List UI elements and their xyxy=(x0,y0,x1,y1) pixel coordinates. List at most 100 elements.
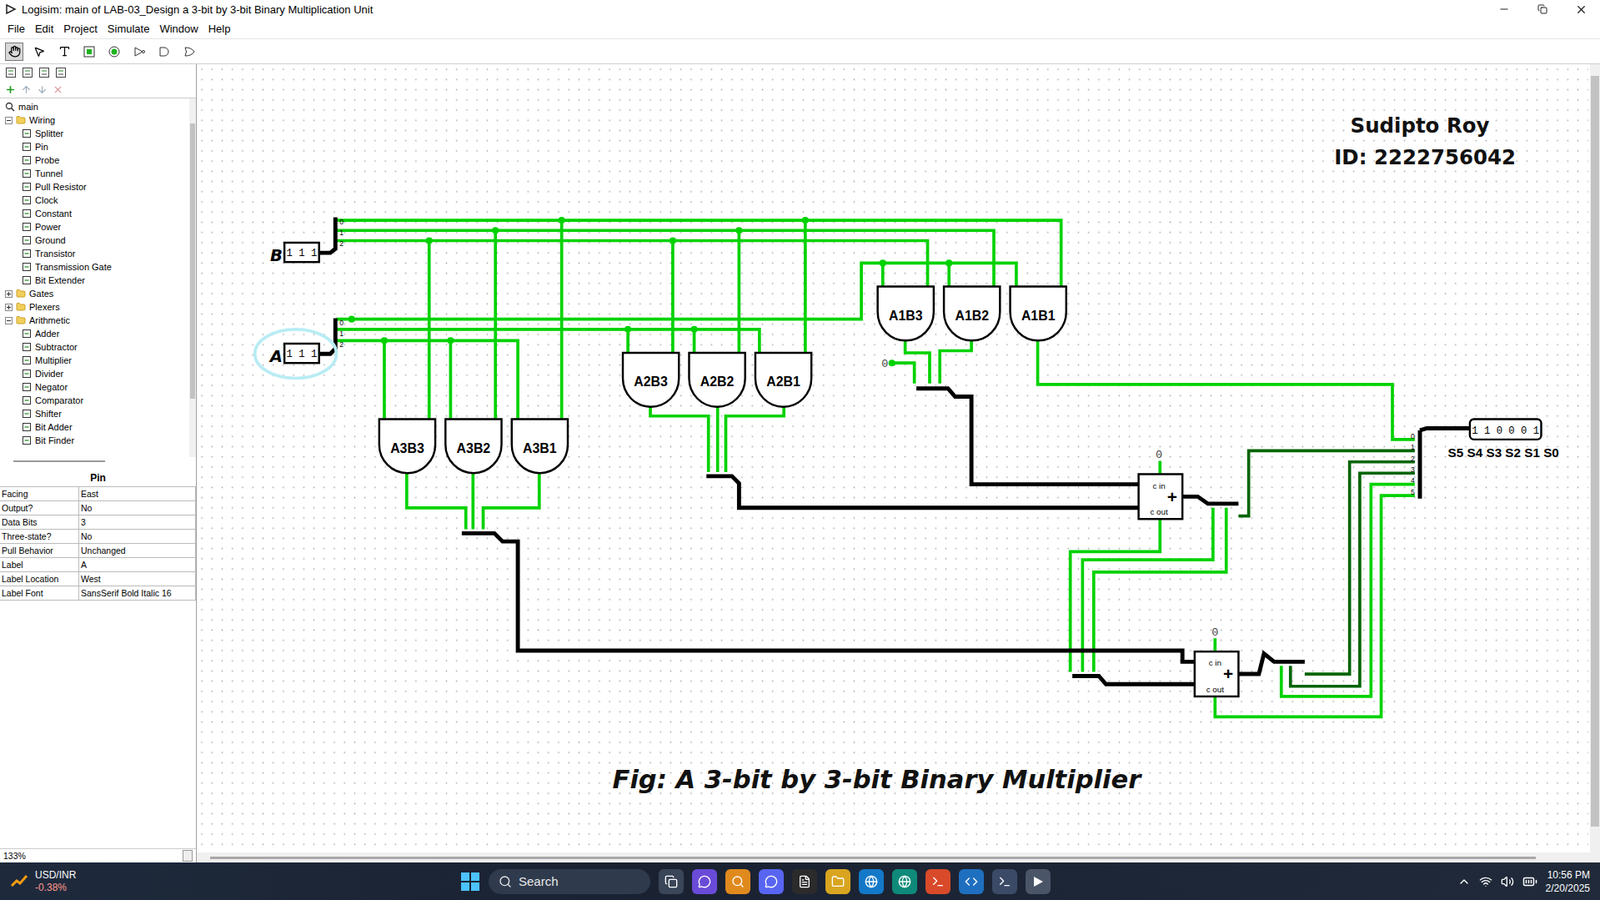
search-app-button[interactable] xyxy=(725,868,751,894)
wire[interactable] xyxy=(650,406,709,472)
tree-item[interactable]: Negator xyxy=(0,380,190,394)
tree-item[interactable]: Transmission Gate xyxy=(0,260,190,274)
tree-item[interactable]: Probe xyxy=(0,153,190,167)
attribute-row[interactable]: FacingEast xyxy=(0,486,196,502)
tree-item[interactable]: Bit Extender xyxy=(0,273,190,287)
and-gate[interactable]: A3B1 xyxy=(511,418,568,473)
tree-item[interactable]: Divider xyxy=(0,366,190,381)
bus-wire[interactable] xyxy=(461,532,1195,662)
wire[interactable] xyxy=(725,406,784,472)
bus-wire[interactable] xyxy=(1419,427,1470,430)
wire[interactable] xyxy=(671,240,675,352)
expand-toggle-icon[interactable] xyxy=(5,303,13,311)
tree-item[interactable]: Tunnel xyxy=(0,166,190,181)
bus-wire[interactable] xyxy=(1182,496,1239,504)
edge-dev-button[interactable] xyxy=(892,868,918,894)
edge-button[interactable] xyxy=(858,868,884,894)
explorer-button[interactable] xyxy=(825,868,851,894)
wire[interactable] xyxy=(737,230,742,353)
tree-item[interactable]: Transistor xyxy=(0,246,190,261)
zoom-spinner[interactable] xyxy=(182,849,193,862)
vertical-scrollbar[interactable] xyxy=(1589,64,1600,853)
tree-item[interactable]: Pull Resistor xyxy=(0,180,190,194)
not-gate-tool[interactable] xyxy=(130,42,149,61)
wire[interactable] xyxy=(449,340,453,419)
vscode-button[interactable] xyxy=(958,868,984,894)
expand-toggle-icon[interactable] xyxy=(5,316,13,325)
simulation-view-icon[interactable] xyxy=(21,66,34,79)
tree-item[interactable]: Adder xyxy=(0,326,190,341)
and-gate[interactable]: A3B2 xyxy=(445,418,502,473)
bus-wire[interactable] xyxy=(1418,430,1423,499)
menu-item[interactable]: Project xyxy=(59,20,101,38)
wire[interactable] xyxy=(471,472,475,529)
tree-item[interactable]: Multiplier xyxy=(0,353,190,367)
output-tool[interactable] xyxy=(105,42,124,61)
splitter-bar[interactable] xyxy=(0,456,196,466)
output-wire[interactable] xyxy=(1281,484,1415,697)
wire[interactable] xyxy=(626,329,630,353)
close-button[interactable] xyxy=(1561,0,1600,19)
and-gate[interactable]: A1B3 xyxy=(877,286,934,342)
tree-item[interactable]: Ground xyxy=(0,233,190,247)
discord-button[interactable] xyxy=(758,868,784,894)
adder[interactable]: c inc out+ xyxy=(1194,651,1239,697)
wire[interactable] xyxy=(493,230,497,419)
tree-scrollbar[interactable] xyxy=(189,98,196,457)
and-gate[interactable]: A2B1 xyxy=(755,352,812,407)
bus-wire[interactable] xyxy=(706,476,1139,508)
output-wire[interactable] xyxy=(1290,472,1415,687)
attribute-row[interactable]: Label FontSansSerif Bold Italic 16 xyxy=(0,586,196,601)
battery-icon[interactable] xyxy=(1522,873,1538,889)
adder[interactable]: c inc out+ xyxy=(1138,473,1184,519)
wire[interactable] xyxy=(947,262,951,286)
chevron-up-icon[interactable] xyxy=(1457,874,1471,888)
tree-item[interactable]: Power xyxy=(0,220,190,234)
ticker-widget[interactable]: USD/INR-0.38% xyxy=(10,868,461,894)
search-box[interactable]: Search xyxy=(488,868,651,894)
wire[interactable] xyxy=(881,262,885,286)
tree-item[interactable]: Arithmetic xyxy=(0,313,190,327)
poke-tool[interactable] xyxy=(5,42,24,61)
expand-toggle-icon[interactable] xyxy=(5,290,13,298)
text-tool[interactable] xyxy=(55,42,74,61)
menu-item[interactable]: Edit xyxy=(30,20,58,38)
and-gate[interactable]: A2B2 xyxy=(688,352,745,407)
and-gate-tool[interactable] xyxy=(155,42,174,61)
clock[interactable]: 10:56 PM2/20/2025 xyxy=(1545,867,1590,895)
logisim-button[interactable] xyxy=(1025,868,1051,894)
wire[interactable] xyxy=(692,329,697,353)
select-tool[interactable] xyxy=(30,42,49,61)
circuit-canvas[interactable]: Sudipto RoyID: 22227560421 1 1B0121 1 1A… xyxy=(196,64,1590,853)
tree-item[interactable]: main xyxy=(0,100,190,114)
wire[interactable] xyxy=(716,406,720,472)
wire[interactable] xyxy=(336,220,1061,286)
or-gate-tool[interactable] xyxy=(180,42,199,61)
notion-button[interactable] xyxy=(792,868,818,894)
tree-item[interactable]: Wiring xyxy=(0,113,190,127)
tree-item[interactable]: Splitter xyxy=(0,126,190,141)
zoom-control[interactable]: 133% xyxy=(0,847,196,863)
tree-item[interactable]: Gates xyxy=(0,286,190,301)
attribute-row[interactable]: Data Bits3 xyxy=(0,515,196,530)
tree-item[interactable]: Bit Adder xyxy=(0,420,190,434)
layout-view-icon[interactable] xyxy=(38,66,51,79)
and-gate[interactable]: A2B3 xyxy=(622,352,679,407)
tree-item[interactable]: Plexers xyxy=(0,300,190,314)
menu-item[interactable]: Simulate xyxy=(103,20,155,38)
tree-item[interactable]: Subtractor xyxy=(0,340,190,354)
bus-wire[interactable] xyxy=(1072,676,1195,685)
constant[interactable]: 0 xyxy=(1155,448,1163,462)
canvas[interactable]: Sudipto RoyID: 22227560421 1 1B0121 1 1A… xyxy=(196,64,1590,853)
add-circuit-icon[interactable] xyxy=(5,84,16,96)
and-gate[interactable]: A3B3 xyxy=(379,418,436,473)
menu-item[interactable]: Help xyxy=(204,20,236,38)
bus-wire[interactable] xyxy=(1238,653,1305,674)
attribute-row[interactable]: Three-state?No xyxy=(0,529,196,544)
app-button[interactable] xyxy=(925,868,951,894)
wire[interactable] xyxy=(336,230,994,286)
expand-toggle-icon[interactable] xyxy=(5,116,13,125)
constant[interactable]: 0 xyxy=(1211,626,1219,639)
wire[interactable] xyxy=(939,340,972,383)
task-view-button[interactable] xyxy=(658,868,684,894)
